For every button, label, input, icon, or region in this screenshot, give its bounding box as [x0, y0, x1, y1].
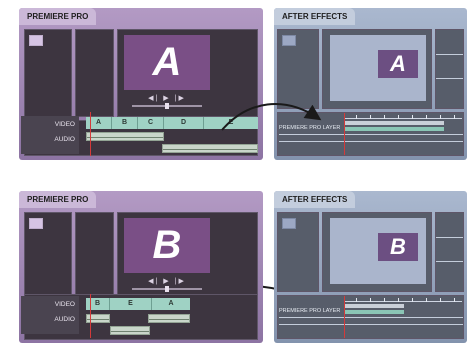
- program-monitor: B: [124, 218, 210, 273]
- audio-track-label: AUDIO: [54, 316, 75, 323]
- playhead[interactable]: [90, 294, 91, 338]
- premiere-tab-bottom: PREMIERE PRO: [19, 191, 97, 208]
- scrub-knob[interactable]: [165, 286, 169, 292]
- ae-ruler-tick: [398, 298, 399, 302]
- ae-project-thumbnail: [282, 218, 296, 229]
- ae-ruler-tick: [356, 298, 357, 302]
- ae-ruler-tick: [426, 298, 427, 302]
- ae-side-divider: [436, 261, 463, 262]
- project-thumbnail: [29, 218, 43, 229]
- after-effects-panel-bottom: AFTER EFFECTS B: [274, 191, 467, 343]
- audio-clip[interactable]: [110, 326, 150, 335]
- audio-track-2: [86, 326, 190, 335]
- ae-composition-viewer: B: [330, 218, 426, 284]
- ae-ruler-tick: [454, 298, 455, 302]
- ae-layer-row-divider: [279, 324, 463, 325]
- audio-clip[interactable]: [148, 314, 190, 323]
- audio-track: [86, 314, 190, 323]
- ae-playhead[interactable]: [344, 296, 345, 338]
- ae-layer-label[interactable]: PREMIERE PRO LAYER: [279, 308, 340, 314]
- ae-ruler-tick: [440, 298, 441, 302]
- after-effects-tab-bottom: AFTER EFFECTS: [274, 191, 356, 208]
- source-monitor: [75, 212, 114, 300]
- audio-waveform: [111, 330, 149, 332]
- ae-layer-bar-secondary[interactable]: [344, 304, 404, 308]
- clip-e[interactable]: E: [110, 298, 152, 310]
- ae-ruler-tick: [412, 298, 413, 302]
- ae-comp-letter: B: [390, 234, 406, 259]
- ae-side-panel: [435, 212, 464, 292]
- ae-layer-row-divider: [279, 317, 463, 318]
- ae-time-ruler: [344, 298, 462, 302]
- program-monitor-frame: B ◀| ▶ |▶: [117, 212, 258, 300]
- ae-side-divider: [436, 237, 463, 238]
- monitor-letter: B: [152, 223, 182, 267]
- video-track-label: VIDEO: [54, 301, 75, 308]
- project-panel: [24, 212, 72, 300]
- ae-composition-frame: B: [322, 212, 432, 292]
- ae-comp-card: B: [378, 233, 418, 261]
- video-track: B E A: [86, 298, 190, 310]
- ae-project-panel: [277, 212, 319, 292]
- clip-a[interactable]: A: [152, 298, 190, 310]
- audio-waveform: [149, 318, 189, 320]
- ae-ruler-tick: [384, 298, 385, 302]
- playback-controls-icon[interactable]: ◀| ▶ |▶: [124, 277, 210, 285]
- arrow-path-top: [221, 103, 322, 131]
- ae-ruler-tick: [370, 298, 371, 302]
- track-label-block: VIDEO AUDIO: [21, 296, 79, 334]
- ae-layer-bar-primary[interactable]: [344, 310, 404, 314]
